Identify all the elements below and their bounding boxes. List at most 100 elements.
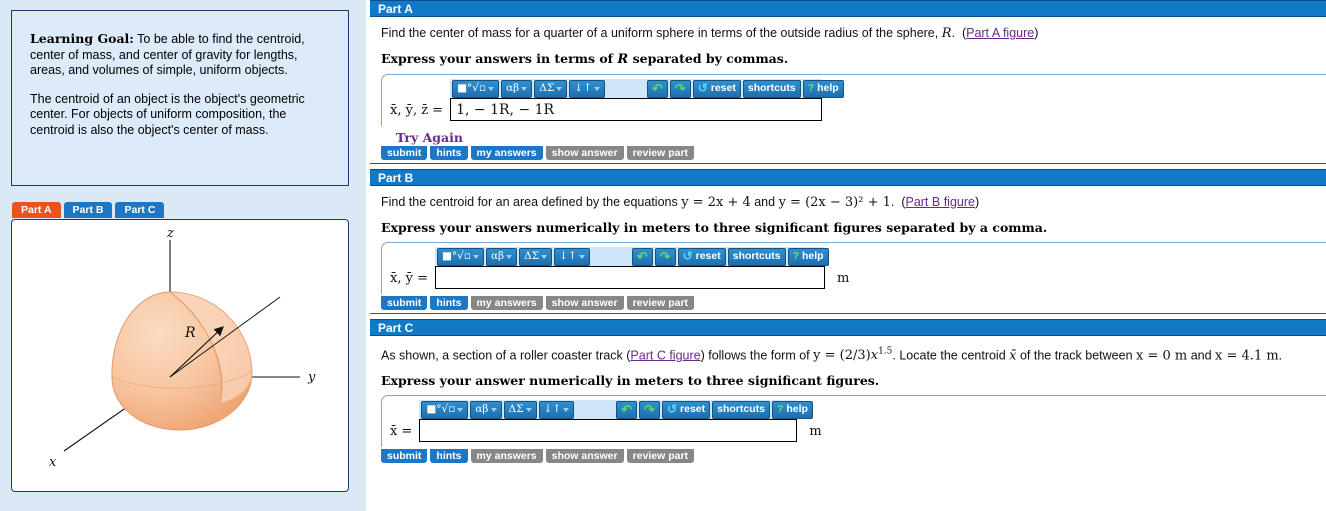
- reset-button[interactable]: ↺ reset: [692, 79, 741, 98]
- part-b-submit-button[interactable]: submit: [381, 296, 428, 310]
- capital-greek-menu-icon[interactable]: ΔΣ: [534, 79, 568, 98]
- reset-button[interactable]: ↺ reset: [661, 400, 711, 419]
- part-c-unit: m: [809, 424, 822, 440]
- undo-icon[interactable]: ↶: [646, 79, 668, 98]
- tab-part-a[interactable]: Part A: [12, 202, 61, 218]
- part-b-action-buttons: submit hints my answers show answer review p…: [370, 294, 1326, 311]
- part-a-feedback: Try Again: [396, 130, 463, 145]
- axis-z-label: z: [166, 226, 174, 241]
- part-a-prompt-post: separated by commas.: [628, 51, 789, 66]
- part-a-prompt: Express your answers in terms of R separ…: [370, 42, 1326, 67]
- part-a-figure-link[interactable]: Part A figure: [966, 26, 1034, 40]
- tab-part-c[interactable]: Part C: [115, 202, 165, 218]
- shortcuts-button[interactable]: shortcuts: [712, 400, 770, 419]
- sqrt-exponent-menu-icon[interactable]: ■°√▫: [421, 400, 469, 419]
- part-b-answer-label: x̄, ȳ =: [390, 271, 428, 286]
- part-c-math-toolbar: ■°√▫ αβ ΔΣ ↓↑ ↶ ↷ ↺ reset shortcuts ? help: [419, 400, 813, 420]
- part-c-question-mid: ) follows the form of: [700, 348, 814, 363]
- shortcuts-button[interactable]: shortcuts: [727, 247, 786, 266]
- part-c-question: As shown, a section of a roller coaster …: [370, 336, 1326, 364]
- learning-goal-box: Learning Goal: To be able to find the ce…: [11, 10, 349, 186]
- undo-icon[interactable]: ↶: [616, 400, 638, 419]
- sqrt-exponent-menu-icon[interactable]: ■°√▫: [452, 79, 500, 98]
- part-c-answer-area: x̄ = ■°√▫ αβ ΔΣ ↓↑ ↶ ↷ ↺ reset shortcuts…: [370, 388, 1326, 448]
- axis-y-label: y: [307, 370, 316, 385]
- help-button[interactable]: ? help: [802, 79, 844, 98]
- part-b-show-answer-button[interactable]: show answer: [545, 296, 624, 310]
- part-b-question-mid: and: [750, 195, 779, 209]
- part-a-figure: z y x R: [11, 219, 349, 492]
- undo-icon[interactable]: ↶: [631, 247, 653, 266]
- part-a-submit-button[interactable]: submit: [381, 146, 428, 160]
- help-button[interactable]: ? help: [787, 247, 829, 266]
- arrows-menu-icon[interactable]: ↓↑: [569, 79, 605, 98]
- capital-greek-menu-icon[interactable]: ΔΣ: [519, 247, 553, 266]
- part-a-question: Find the center of mass for a quarter of…: [381, 26, 1039, 41]
- part-a-question-text: Find the center of mass for a quarter of…: [381, 26, 942, 40]
- part-c-show-answer-button[interactable]: show answer: [545, 449, 624, 464]
- learning-goal-paragraph-2: The centroid of an object is the object'…: [30, 91, 305, 137]
- part-b-equation-2: y = (2x − 3)² + 1: [778, 195, 891, 210]
- arrows-menu-icon[interactable]: ↓↑: [538, 400, 575, 419]
- tab-part-b[interactable]: Part B: [63, 202, 113, 218]
- part-c-header: Part C: [370, 319, 1326, 336]
- part-b-answer-area: x̄, ȳ = ■°√▫ αβ ΔΣ ↓↑ ↶ ↷ ↺ reset shortc…: [370, 235, 1326, 294]
- redo-icon[interactable]: ↷: [654, 247, 676, 266]
- quarter-sphere-diagram: z y x R: [49, 226, 316, 470]
- help-button[interactable]: ? help: [771, 400, 813, 419]
- part-c-answer-label: x̄ =: [390, 424, 413, 440]
- part-c-answer-input[interactable]: [419, 419, 798, 443]
- part-b-figure-link[interactable]: Part B figure: [905, 195, 974, 209]
- left-panel: Learning Goal: To be able to find the ce…: [0, 0, 368, 511]
- part-a-answer-input[interactable]: [450, 98, 823, 121]
- part-tabs: Part A Part B Part C: [12, 202, 167, 218]
- part-b-prompt: Express your answers numerically in mete…: [381, 220, 1048, 235]
- part-c-figure-link[interactable]: Part C figure: [630, 348, 700, 362]
- sqrt-exponent-menu-icon[interactable]: ■°√▫: [436, 247, 484, 266]
- part-a-show-answer-button[interactable]: show answer: [545, 146, 624, 160]
- radius-label: R: [184, 325, 196, 341]
- part-b-question-post: .: [890, 195, 895, 209]
- part-a-math-toolbar: ■°√▫ αβ ΔΣ ↓↑ ↶ ↷ ↺ reset shortcuts ? help: [450, 79, 844, 98]
- part-b-hints-button[interactable]: hints: [430, 296, 468, 310]
- greek-letters-menu-icon[interactable]: αβ: [501, 79, 533, 98]
- part-c-question-pre: As shown, a section of a roller coaster …: [381, 348, 631, 363]
- part-b-unit: m: [836, 271, 850, 286]
- learning-goal-label: Learning Goal:: [30, 31, 134, 46]
- part-c-question-and: and: [1187, 348, 1216, 363]
- reset-button[interactable]: ↺ reset: [677, 247, 726, 266]
- part-c-prompt: Express your answer numerically in meter…: [381, 373, 880, 389]
- greek-letters-menu-icon[interactable]: αβ: [470, 400, 502, 419]
- part-b-header: Part B: [370, 169, 1326, 186]
- part-b-my-answers-button[interactable]: my answers: [470, 296, 543, 310]
- problem-content: Part A Find the center of mass for a qua…: [370, 0, 1326, 511]
- part-c-range-end: x = 4.1 m: [1215, 348, 1279, 364]
- part-a-my-answers-button[interactable]: my answers: [470, 146, 543, 160]
- part-b-question-text: Find the centroid for an area defined by…: [381, 195, 682, 209]
- part-a-question-post: .: [951, 26, 955, 40]
- part-c-equation-1: y = (2/3)x1.5: [813, 347, 893, 364]
- part-c-range-start: x = 0 m: [1136, 348, 1188, 364]
- redo-icon[interactable]: ↷: [669, 79, 691, 98]
- axis-x-label: x: [49, 455, 57, 470]
- part-c-hints-button[interactable]: hints: [430, 449, 468, 464]
- part-c-submit-button[interactable]: submit: [381, 449, 428, 464]
- part-a-prompt-var: R: [617, 52, 629, 67]
- part-c-action-buttons: submit hints my answers show answer review p…: [370, 447, 1326, 464]
- arrows-menu-icon[interactable]: ↓↑: [554, 247, 590, 266]
- part-c-my-answers-button[interactable]: my answers: [470, 449, 543, 464]
- part-a-action-buttons: submit hints my answers show answer review p…: [370, 146, 1326, 161]
- greek-letters-menu-icon[interactable]: αβ: [485, 247, 518, 266]
- part-b-answer-input[interactable]: [434, 266, 825, 289]
- part-b-math-toolbar: ■°√▫ αβ ΔΣ ↓↑ ↶ ↷ ↺ reset shortcuts ? help: [434, 247, 829, 266]
- part-b-equation-1: y = 2x + 4: [681, 195, 751, 210]
- part-a-review-part-button[interactable]: review part: [626, 146, 695, 160]
- part-b-review-part-button[interactable]: review part: [626, 296, 695, 310]
- part-a-hints-button[interactable]: hints: [430, 146, 468, 160]
- part-c-question-post3: of the track between: [1016, 348, 1136, 363]
- shortcuts-button[interactable]: shortcuts: [742, 79, 801, 98]
- part-c-review-part-button[interactable]: review part: [626, 449, 695, 464]
- capital-greek-menu-icon[interactable]: ΔΣ: [503, 400, 537, 419]
- part-b-question: Find the centroid for an area defined by…: [381, 195, 980, 210]
- redo-icon[interactable]: ↷: [639, 400, 660, 419]
